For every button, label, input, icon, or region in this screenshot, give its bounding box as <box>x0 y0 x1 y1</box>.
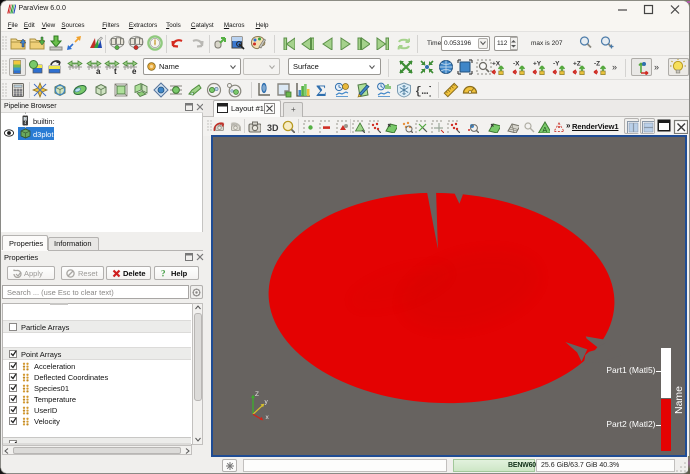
svg-text:y: y <box>264 399 268 406</box>
svg-text:t: t <box>114 67 117 75</box>
svg-text:A: A <box>543 127 548 133</box>
svg-text:{…}: {…} <box>415 86 431 98</box>
svg-text:e: e <box>132 67 137 75</box>
svg-text:+X: +X <box>492 61 501 68</box>
svg-text:Σ: Σ <box>316 83 326 98</box>
svg-text:-X: -X <box>513 61 520 68</box>
svg-text:+Z: +Z <box>573 61 581 68</box>
svg-text:3D: 3D <box>267 123 279 133</box>
svg-text:-Z: -Z <box>594 61 600 68</box>
svg-text:Z: Z <box>255 391 259 398</box>
svg-text:-Y: -Y <box>553 61 560 68</box>
svg-text:?: ? <box>161 269 166 279</box>
svg-text:+Y: +Y <box>533 61 542 68</box>
svg-text:a: a <box>96 67 101 75</box>
svg-text:x: x <box>265 414 269 421</box>
